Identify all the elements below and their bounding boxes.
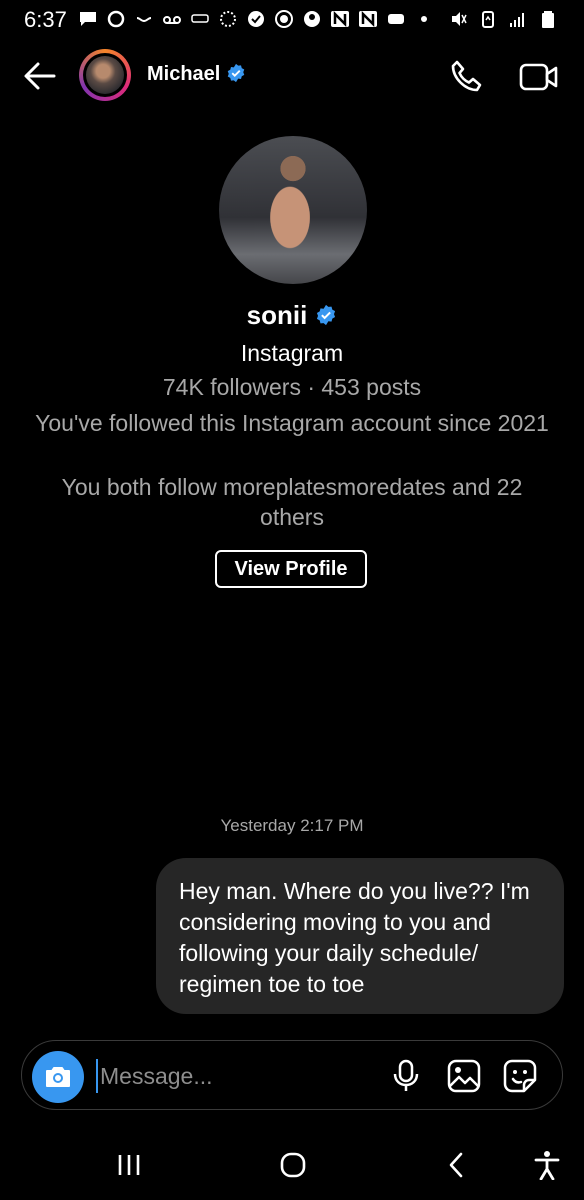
dollar-icon — [275, 10, 293, 28]
chat-bubble-icon — [80, 12, 96, 26]
profile-platform: Instagram — [240, 340, 344, 366]
camera-button[interactable] — [32, 1051, 84, 1103]
microphone-icon[interactable] — [392, 1059, 420, 1093]
video-call-icon[interactable] — [519, 60, 559, 94]
message-composer — [21, 1040, 563, 1110]
recent-apps-icon[interactable] — [116, 1154, 142, 1176]
sent-message-bubble[interactable]: Hey man. Where do you live?? I'm conside… — [156, 858, 564, 1014]
followed-since-text: You've followed this Instagram account s… — [35, 410, 549, 436]
mute-icon — [452, 12, 467, 26]
camera-icon — [46, 1067, 70, 1087]
notification-icons — [78, 6, 434, 32]
back-arrow-icon[interactable] — [22, 58, 58, 94]
check-badge-icon — [248, 11, 264, 27]
circle-icon — [107, 10, 125, 28]
verified-badge-icon — [317, 304, 336, 326]
view-profile-button[interactable]: View Profile — [215, 550, 367, 588]
spinner-icon — [220, 11, 236, 27]
gallery-icon[interactable] — [447, 1059, 481, 1093]
chat-header: Michael — [0, 44, 584, 108]
status-time: 6:37 — [24, 7, 67, 32]
n-icon — [359, 10, 377, 28]
n-icon — [331, 10, 349, 28]
signal-icon — [510, 13, 524, 27]
voicemail-icon — [136, 17, 152, 23]
profile-stats: 74K followers · 453 posts — [162, 374, 422, 400]
person-icon — [304, 11, 320, 27]
profile-avatar[interactable] — [219, 136, 367, 284]
photos-icon — [191, 14, 209, 23]
nav-back-icon[interactable] — [446, 1152, 466, 1178]
dot-icon — [421, 16, 427, 22]
home-icon[interactable] — [280, 1152, 306, 1178]
profile-username: sonii — [0, 300, 584, 331]
header-contact-name[interactable]: Michael — [147, 63, 246, 86]
message-input[interactable] — [96, 1059, 380, 1093]
header-avatar[interactable] — [79, 49, 131, 101]
phone-call-icon[interactable] — [447, 58, 485, 96]
voicemail-icon — [163, 16, 181, 24]
mutual-followers-text: You both follow moreplatesmoredates and … — [61, 474, 523, 530]
message-icon — [388, 14, 404, 24]
sticker-icon[interactable] — [503, 1059, 537, 1093]
system-icons — [448, 6, 558, 32]
status-bar: 6:37 — [0, 0, 584, 38]
accessibility-icon[interactable] — [534, 1150, 560, 1180]
message-timestamp: Yesterday 2:17 PM — [220, 816, 364, 835]
contact-name-text: Michael — [147, 63, 221, 85]
verified-badge-icon — [228, 63, 245, 83]
battery-icon — [542, 11, 554, 28]
system-nav-bar — [0, 1130, 584, 1200]
battery-saver-icon — [482, 11, 494, 28]
username-text: sonii — [246, 300, 308, 330]
